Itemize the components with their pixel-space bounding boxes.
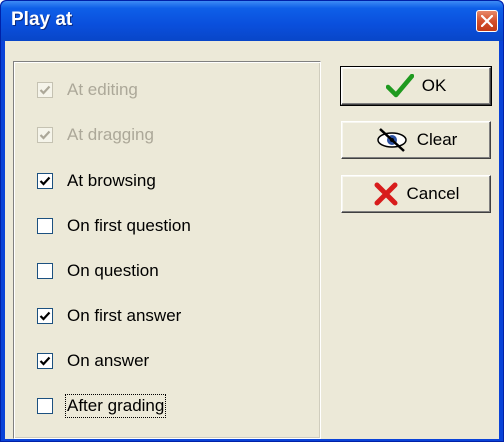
dialog-body: At editing At dragging At browsing On fi… [5, 41, 499, 439]
window-title: Play at [11, 9, 73, 30]
checkbox-box[interactable] [37, 173, 53, 189]
options-group: At editing At dragging At browsing On fi… [13, 61, 321, 439]
cancel-label: Cancel [406, 184, 460, 203]
checkbox-label: On answer [67, 351, 150, 370]
checkbox-box[interactable] [37, 353, 53, 369]
checkbox-label: After grading [64, 394, 167, 418]
checkbox-label: At editing [67, 80, 138, 99]
check-icon [39, 356, 51, 366]
clear-label: Clear [416, 130, 458, 149]
checkbox-at-dragging[interactable]: At dragging [37, 121, 154, 149]
checkbox-box[interactable] [37, 82, 53, 98]
checkbox-box[interactable] [37, 308, 53, 324]
checkbox-on-question[interactable]: On question [37, 257, 159, 285]
checkbox-label: At browsing [67, 171, 156, 190]
checkbox-at-editing[interactable]: At editing [37, 76, 138, 104]
close-icon [481, 15, 493, 27]
ok-label: OK [421, 76, 447, 95]
check-icon [39, 85, 51, 95]
ok-button[interactable]: OK [340, 66, 492, 106]
eye-crossed-icon [375, 127, 409, 153]
checkbox-label: At dragging [67, 125, 154, 144]
cancel-button[interactable]: Cancel [341, 175, 491, 213]
checkbox-at-browsing[interactable]: At browsing [37, 167, 156, 195]
check-icon [39, 311, 51, 321]
checkbox-on-first-answer[interactable]: On first answer [37, 302, 181, 330]
checkbox-after-grading[interactable]: After grading [37, 392, 167, 420]
checkbox-box[interactable] [37, 263, 53, 279]
checkbox-on-first-question[interactable]: On first question [37, 212, 191, 240]
checkbox-label: On question [67, 261, 159, 280]
checkbox-box[interactable] [37, 398, 53, 414]
checkbox-box[interactable] [37, 218, 53, 234]
checkbox-on-answer[interactable]: On answer [37, 347, 149, 375]
title-bar[interactable]: Play at [1, 1, 503, 41]
dialog-window: Play at At editing At dragging At browsi… [0, 0, 504, 442]
red-x-icon [373, 181, 399, 207]
check-icon [39, 130, 51, 140]
check-icon [39, 176, 51, 186]
checkmark-icon [385, 74, 414, 98]
checkbox-label: On first question [67, 216, 191, 235]
clear-button[interactable]: Clear [341, 121, 491, 159]
checkbox-label: On first answer [67, 306, 182, 325]
close-button[interactable] [476, 10, 498, 32]
checkbox-box[interactable] [37, 127, 53, 143]
